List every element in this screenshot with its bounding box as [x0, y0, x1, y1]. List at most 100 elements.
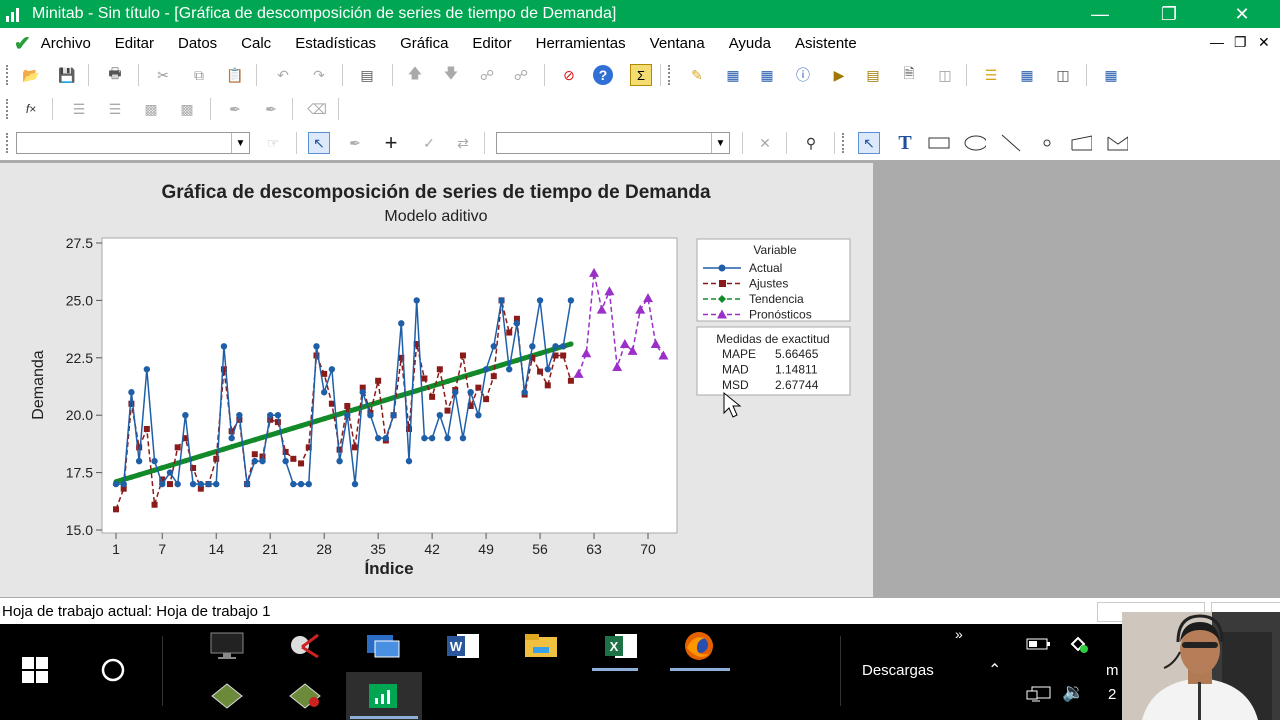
new-doc-icon[interactable]: 🗎	[898, 64, 920, 86]
print-icon[interactable]: 🖶	[104, 64, 126, 86]
chevron-down-icon[interactable]: ▼	[231, 133, 249, 153]
stacked-app-icon[interactable]	[284, 678, 326, 714]
annotation-pointer-icon[interactable]: ↖	[858, 132, 880, 154]
ellipse-tool-icon[interactable]	[964, 132, 986, 154]
polyline-tool-icon[interactable]	[1070, 132, 1092, 154]
mdi-minimize-icon[interactable]: —	[1210, 34, 1224, 50]
actual-point	[112, 480, 120, 488]
menu-archivo[interactable]: Archivo	[41, 35, 91, 52]
volume-icon[interactable]: 🔉	[1062, 682, 1084, 703]
sigma-icon[interactable]: Σ	[630, 64, 652, 86]
layout-icon[interactable]: ◫	[934, 64, 956, 86]
mdi-restore-icon[interactable]: ❐	[1234, 34, 1247, 51]
cortana-icon[interactable]	[92, 652, 134, 688]
save-icon[interactable]: 💾	[56, 64, 78, 86]
marker-tool-icon[interactable]	[1036, 132, 1058, 154]
graphs-icon[interactable]: ▦	[756, 64, 778, 86]
brush-tool-icon[interactable]: ✒	[344, 132, 366, 154]
show-more-icon[interactable]: »	[955, 626, 963, 642]
decomposition-chart[interactable]: Gráfica de descomposición de series de t…	[0, 163, 873, 597]
minimize-icon[interactable]: —	[1077, 0, 1123, 28]
graph-item-select[interactable]: ▼	[16, 132, 250, 154]
cut-icon[interactable]: ✂	[152, 64, 174, 86]
swap-icon[interactable]: ⇄	[452, 132, 474, 154]
arrow-up-icon[interactable]: 🡅	[404, 64, 426, 86]
menu-calc[interactable]: Calc	[241, 35, 271, 52]
insert-row-icon[interactable]: ☰	[68, 98, 90, 120]
polygon-tool-icon[interactable]	[1106, 132, 1128, 154]
tray-expand-icon[interactable]: ⌃	[988, 660, 1001, 680]
actual-point	[151, 457, 158, 465]
eraser-icon[interactable]: ⌫	[306, 98, 328, 120]
menu-herramientas[interactable]: Herramientas	[536, 35, 626, 52]
actual-point	[213, 480, 220, 488]
scroll-icon[interactable]: ☰	[980, 64, 1002, 86]
pen-icon[interactable]: ✒	[260, 98, 282, 120]
annotation-select[interactable]: ▼	[496, 132, 730, 154]
line-tool-icon[interactable]	[1000, 132, 1022, 154]
menu-estadisticas[interactable]: Estadísticas	[295, 35, 376, 52]
worksheet-icon[interactable]: ▦	[722, 64, 744, 86]
restore-icon[interactable]: ❐	[1146, 0, 1192, 28]
select-pointer-icon[interactable]: ↖	[308, 132, 330, 154]
y-tick-label: 27.5	[66, 235, 93, 251]
redo-icon[interactable]: ↷	[308, 64, 330, 86]
help-icon[interactable]: ?	[592, 64, 614, 86]
split-view-icon[interactable]: ◫	[1052, 64, 1074, 86]
mdi-close-icon[interactable]: ✕	[1258, 34, 1270, 51]
find-next-icon[interactable]: ☍	[510, 64, 532, 86]
menu-asistente[interactable]: Asistente	[795, 35, 857, 52]
network-icon[interactable]	[1026, 686, 1052, 708]
sync-icon[interactable]	[1066, 634, 1090, 658]
monitor-app-icon[interactable]	[206, 628, 248, 664]
report-pad-icon[interactable]: ▤	[862, 64, 884, 86]
menu-datos[interactable]: Datos	[178, 35, 217, 52]
graph-edit-icon[interactable]: ▩	[176, 98, 198, 120]
session-icon[interactable]: ✎	[686, 64, 708, 86]
chart-icon[interactable]: ▩	[140, 98, 162, 120]
paste-icon[interactable]: 📋	[224, 64, 246, 86]
brush-icon[interactable]: ✒	[224, 98, 246, 120]
menu-editor[interactable]: Editor	[472, 35, 511, 52]
arrow-down-icon[interactable]: 🡇	[440, 64, 462, 86]
cancel-icon[interactable]: ⊘	[558, 64, 580, 86]
flag-icon[interactable]: ✓	[418, 132, 440, 154]
firefox-icon[interactable]	[678, 628, 720, 664]
file-explorer-icon[interactable]	[520, 628, 562, 664]
downloads-toolbar-label[interactable]: Descargas	[862, 662, 934, 679]
rectangle-tool-icon[interactable]	[928, 132, 950, 154]
excel-icon[interactable]: X	[600, 628, 642, 664]
undo-icon[interactable]: ↶	[272, 64, 294, 86]
find-icon[interactable]: ☍	[476, 64, 498, 86]
word-icon[interactable]: W	[442, 628, 484, 664]
copy-icon[interactable]: ⧉	[188, 64, 210, 86]
zoom-icon[interactable]: ⚲	[800, 132, 822, 154]
close-icon[interactable]: ✕	[1219, 0, 1265, 28]
info-icon[interactable]: ⓘ	[792, 64, 814, 86]
chevron-down-icon[interactable]: ▼	[711, 133, 729, 153]
snipping-tool-icon[interactable]	[284, 628, 326, 664]
remote-desktop-icon[interactable]	[362, 628, 404, 664]
text-tool-icon[interactable]: T	[894, 132, 916, 154]
trend-point	[414, 388, 420, 394]
menu-editar[interactable]: Editar	[115, 35, 154, 52]
close-all-graphs-icon[interactable]: ▦	[1100, 64, 1122, 86]
menu-ayuda[interactable]: Ayuda	[729, 35, 771, 52]
crosshair-icon[interactable]: +	[380, 130, 402, 155]
select-item-icon[interactable]: ☞	[262, 132, 284, 154]
battery-icon[interactable]	[1026, 636, 1052, 656]
menu-ventana[interactable]: Ventana	[650, 35, 705, 52]
edit-last-dialog-icon[interactable]: ▤	[356, 64, 378, 86]
minitab-taskbar-icon[interactable]	[362, 678, 404, 714]
history-icon[interactable]: ▶	[828, 64, 850, 86]
menu-grafica[interactable]: Gráfica	[400, 35, 448, 52]
toolbar-grip[interactable]	[6, 65, 9, 85]
windows-start-icon[interactable]	[14, 652, 56, 688]
formula-icon[interactable]: f×	[20, 98, 42, 120]
delete-icon[interactable]: ✕	[754, 132, 776, 154]
insert-col-icon[interactable]: ☰	[104, 98, 126, 120]
minecraft-app-icon[interactable]	[206, 678, 248, 714]
table-icon[interactable]: ▦	[1016, 64, 1038, 86]
open-icon[interactable]: 📂	[20, 64, 42, 86]
project-check-icon[interactable]: ✔	[14, 31, 31, 56]
